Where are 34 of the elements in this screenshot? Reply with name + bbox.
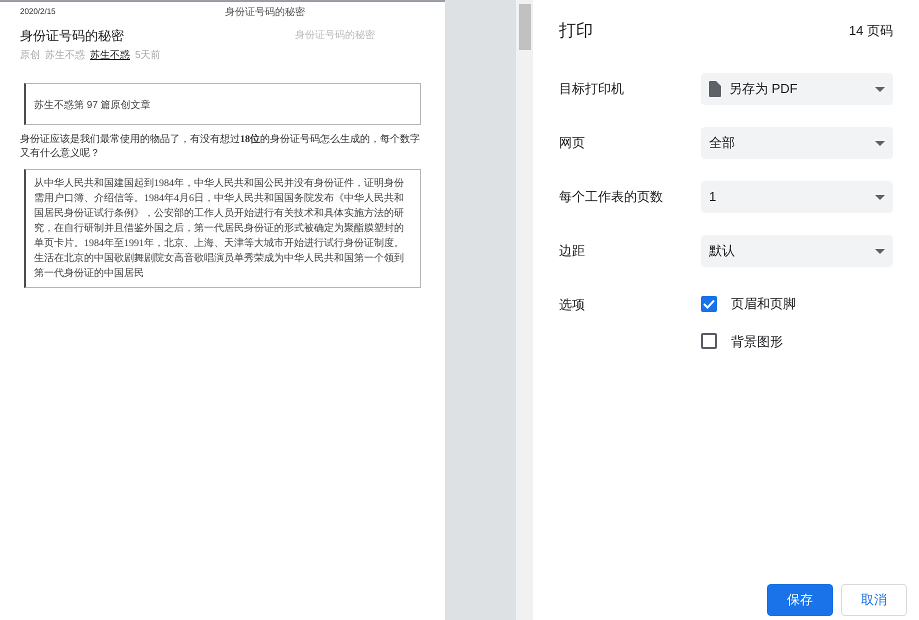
scrollbar-thumb[interactable] bbox=[518, 4, 530, 50]
cancel-button[interactable]: 取消 bbox=[841, 584, 907, 616]
dialog-title: 打印 bbox=[559, 20, 593, 42]
dropdown[interactable]: 另存为 PDF bbox=[701, 73, 893, 105]
dropdown[interactable]: 默认 bbox=[701, 235, 893, 267]
caret-icon bbox=[875, 194, 885, 200]
save-button[interactable]: 保存 bbox=[767, 584, 833, 616]
setting-label: 每个工作表的页数 bbox=[559, 188, 664, 206]
setting-label: 边距 bbox=[559, 242, 586, 260]
header-title: 身份证号码的秘密 bbox=[225, 6, 305, 20]
option-label: 背景图形 bbox=[731, 332, 783, 350]
caret-icon bbox=[875, 140, 885, 146]
post-time: 5天前 bbox=[135, 48, 161, 62]
author-link[interactable]: 苏生不惑 bbox=[90, 48, 130, 62]
file-icon bbox=[709, 81, 721, 97]
checkbox[interactable] bbox=[701, 333, 717, 350]
setting-label: 选项 bbox=[559, 296, 586, 314]
caret-icon bbox=[875, 248, 885, 254]
quote-text: 从中华人民共和国建国起到1984年，中华人民共和国公民并没有身份证件，证明身份需用户口簿、介绍信等。1984年4月6日，中华人民共和国国务院发布《中华人民共和国居民身份证试行条例》，公安部的工作人员开始进行有关技术和具体实施方法的研究，在自行研制并且借鉴外国之后，第一代居民身份证的形式被确定为聚酯膜塑封的单页卡片。1984年至1991年，北京、上海、天津等大城市开始进行试行身份证制度。生活在北京的中国歌剧舞剧院女高音歌唱演员单秀荣成为中华人民共和国第一个领到第一代身份证的中国居民 bbox=[34, 176, 405, 280]
header-date: 2020/2/15 bbox=[20, 6, 56, 18]
intro-paragraph: 身份证应该是我们最常使用的物品了，有没有想过18位的身份证号码怎么生成的，每个数字又有什么意义呢？ bbox=[20, 132, 421, 160]
checkbox[interactable] bbox=[701, 296, 717, 312]
setting-label: 网页 bbox=[559, 134, 586, 152]
option-label: 页眉和页脚 bbox=[731, 295, 796, 313]
dropdown[interactable]: 1 bbox=[701, 181, 893, 213]
setting-label: 目标打印机 bbox=[559, 80, 625, 98]
page-count: 14 页码 bbox=[848, 22, 893, 40]
original-tag: 原创 bbox=[20, 48, 40, 62]
article-title: 身份证号码的秘密 bbox=[20, 27, 124, 45]
callout-text: 苏生不惑第 97 篇原创文章 bbox=[34, 100, 151, 110]
scrollbar[interactable] bbox=[516, 0, 533, 620]
caret-icon bbox=[875, 86, 885, 92]
side-title: 身份证号码的秘密 bbox=[295, 28, 375, 44]
dropdown[interactable]: 全部 bbox=[701, 127, 893, 159]
